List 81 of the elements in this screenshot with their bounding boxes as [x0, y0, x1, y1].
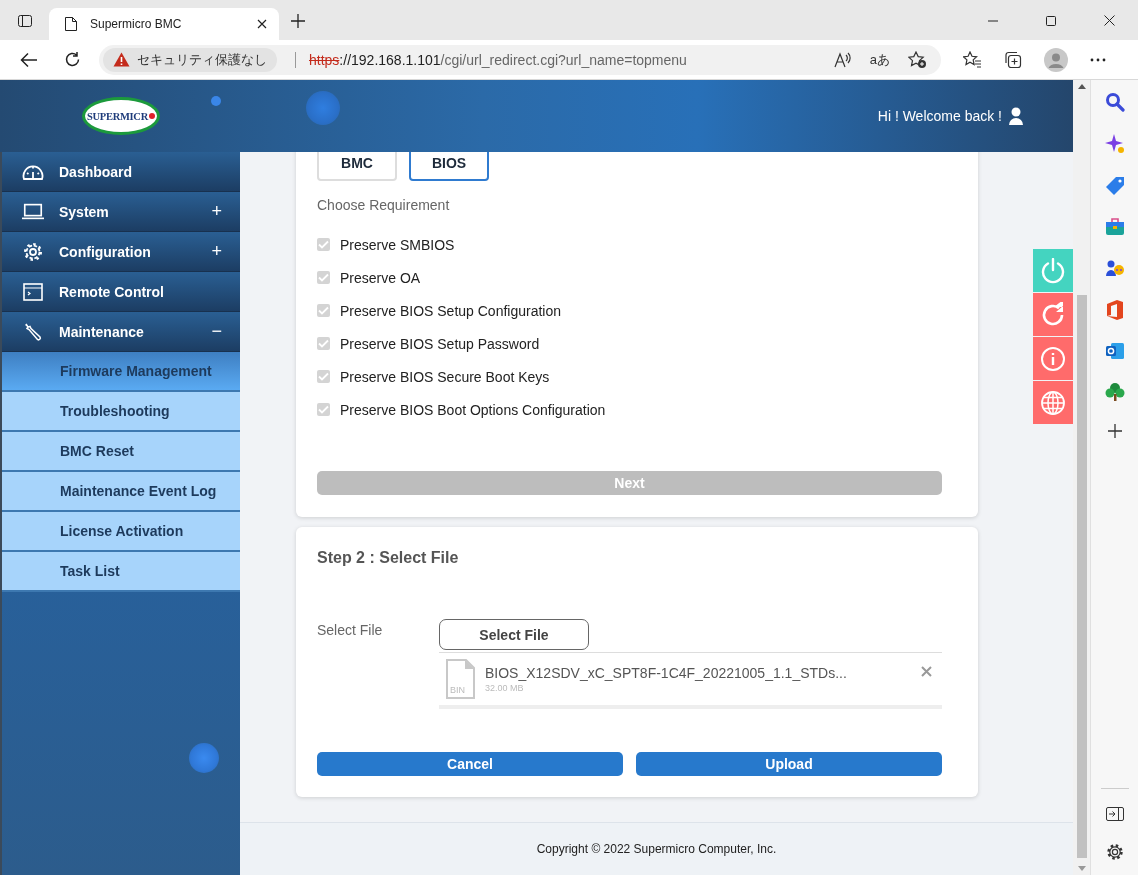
close-icon[interactable]	[257, 19, 267, 29]
collections-icon[interactable]	[1004, 50, 1022, 69]
nav-item[interactable]: Remote Control	[2, 272, 240, 312]
tag-icon[interactable]	[1104, 176, 1125, 196]
expand-toggle[interactable]: +	[211, 241, 222, 262]
favorite-add-icon[interactable]	[908, 50, 927, 69]
nav-item[interactable]: Dashboard	[2, 152, 240, 192]
option-label: Preserve BIOS Secure Boot Keys	[340, 368, 550, 385]
refresh-icon[interactable]	[64, 51, 81, 68]
security-warning[interactable]: セキュリティ保護なし	[103, 47, 277, 72]
new-tab-icon[interactable]	[291, 14, 305, 28]
option-label: Preserve BIOS Setup Configuration	[340, 302, 561, 319]
expand-toggle[interactable]: −	[211, 321, 222, 342]
quick-action-button[interactable]	[1033, 381, 1073, 424]
quick-action-button[interactable]	[1033, 293, 1073, 336]
globe-icon	[1040, 389, 1066, 416]
step-title: Step 2 : Select File	[317, 548, 460, 568]
section-heading: Choose Requirement	[317, 196, 451, 215]
nav-item[interactable]: Maintenance −	[2, 312, 240, 352]
info-icon	[1040, 345, 1066, 372]
option-label: Preserve OA	[340, 269, 421, 286]
nav-subitem[interactable]: Firmware Management	[2, 352, 240, 392]
logo: SUPERMICR	[82, 97, 160, 135]
nav-subitem[interactable]: BMC Reset	[2, 432, 240, 472]
scrollbar[interactable]	[1073, 80, 1090, 875]
field-label: Select File	[317, 622, 384, 640]
browser-tab[interactable]: Supermicro BMC	[49, 8, 279, 40]
office-icon[interactable]	[1105, 300, 1124, 320]
maximize-icon[interactable]	[1046, 16, 1056, 26]
file-name: BIOS_X12SDV_xC_SPT8F-1C4F_20221005_1.1_STDs...	[485, 665, 847, 681]
laptop-icon	[22, 203, 44, 220]
file-size: 32.00 MB	[485, 683, 525, 693]
select-file-button[interactable]: Select File	[439, 619, 589, 650]
page-icon	[64, 16, 78, 32]
more-icon[interactable]	[1090, 57, 1106, 62]
nav-subitem[interactable]: License Activation	[2, 512, 240, 552]
option-label: Preserve SMBIOS	[340, 236, 455, 253]
mail-icon[interactable]	[1104, 342, 1125, 360]
expand-toggle[interactable]: +	[211, 201, 222, 222]
glow-dot	[189, 743, 219, 773]
settings-icon[interactable]	[1105, 843, 1124, 861]
sidebar-toggle-icon[interactable]	[1105, 807, 1124, 821]
nav-subitem[interactable]: Troubleshooting	[2, 392, 240, 432]
read-aloud-icon[interactable]	[833, 51, 852, 68]
refresh-icon	[1040, 301, 1066, 328]
action-button[interactable]: Cancel	[317, 752, 623, 776]
translate-button[interactable]: aあ	[869, 50, 890, 69]
greeting-text: Hi ! Welcome back !	[877, 108, 1002, 124]
games-icon[interactable]	[1104, 258, 1125, 278]
file-icon: BIN	[446, 659, 475, 699]
profile-avatar-icon[interactable]	[1044, 47, 1068, 72]
tree-icon[interactable]	[1104, 382, 1125, 402]
nav-subitem[interactable]: Maintenance Event Log	[2, 472, 240, 512]
console-icon	[22, 282, 44, 301]
address-bar[interactable]: セキュリティ保護なし https://192.168.1.101/cgi/url_redirect.cgi?url_name=topmenu aあ	[99, 44, 941, 75]
option-label: Preserve BIOS Boot Options Configuration	[340, 401, 606, 418]
close-icon[interactable]	[1104, 15, 1115, 26]
add-icon[interactable]	[1107, 424, 1122, 438]
search-icon[interactable]	[1104, 92, 1125, 112]
glow-dot	[211, 96, 221, 106]
sparkle-icon[interactable]	[1104, 134, 1125, 154]
wrench-icon	[22, 321, 44, 342]
quick-action-button[interactable]	[1033, 337, 1073, 380]
favorites-icon[interactable]	[963, 51, 982, 68]
nav-subitem[interactable]: Task List	[2, 552, 240, 592]
power-icon	[1040, 257, 1066, 284]
gear-icon	[22, 241, 44, 262]
target-button[interactable]: BIOS	[409, 152, 489, 181]
remove-icon[interactable]	[921, 666, 932, 677]
url-text: https://192.168.1.101/cgi/url_redirect.cgi?url_name=topmenu	[295, 51, 687, 68]
action-button[interactable]: Upload	[636, 752, 942, 776]
user-icon[interactable]	[1009, 107, 1023, 125]
option-label: Preserve BIOS Setup Password	[340, 335, 540, 352]
target-button[interactable]: BMC	[317, 152, 397, 181]
back-icon[interactable]	[20, 51, 38, 68]
copyright-text: Copyright © 2022 Supermicro Computer, Inc.	[536, 842, 777, 856]
scroll-up-icon[interactable]	[1077, 84, 1086, 89]
tab-actions-icon[interactable]	[17, 13, 33, 29]
toolbox-icon[interactable]	[1104, 218, 1125, 236]
glow-dot	[306, 91, 340, 125]
warning-icon	[113, 52, 130, 67]
